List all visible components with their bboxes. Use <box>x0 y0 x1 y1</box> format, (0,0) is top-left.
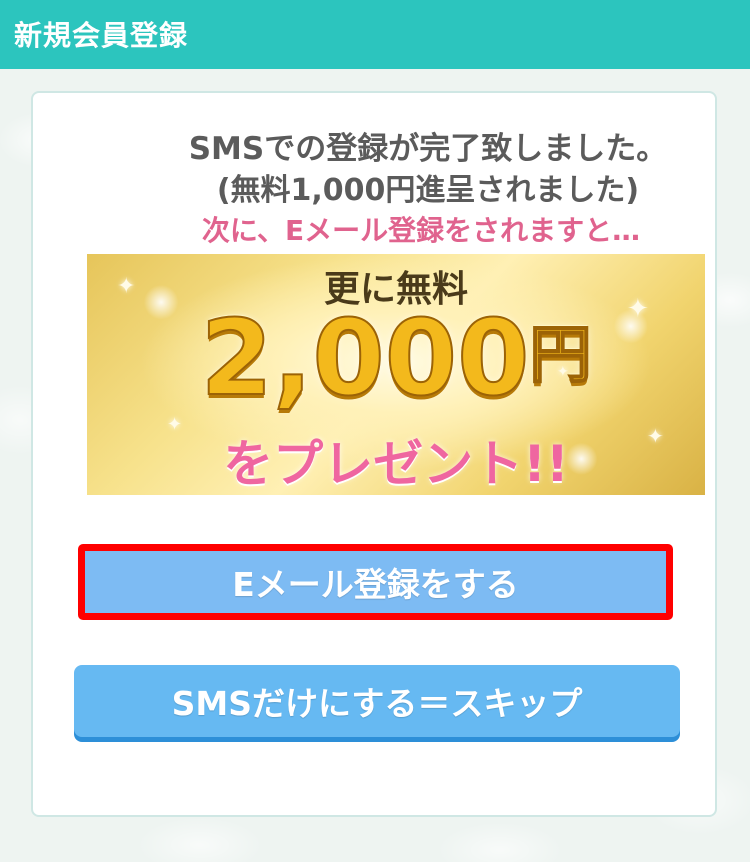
sms-complete-message: SMSでの登録が完了致しました。 <box>188 131 668 167</box>
banner-amount-value: 2,000 <box>200 297 531 419</box>
skip-button[interactable]: SMSだけにする＝スキップ <box>74 665 680 737</box>
promo-banner: ✦ ✦ ✦ ✦ ✦ ✦ 更に無料 2,000円 をプレゼント!! <box>87 254 705 495</box>
next-step-message: 次に、Eメール登録をされますと… <box>201 214 641 247</box>
email-register-button[interactable]: Eメール登録をする <box>78 544 673 620</box>
registration-card: SMSでの登録が完了致しました。 (無料1,000円進呈されました) 次に、Eメ… <box>31 91 717 817</box>
banner-present-label: をプレゼント!! <box>223 435 569 493</box>
page-title: 新規会員登録 <box>14 19 189 52</box>
free-credit-message: (無料1,000円進呈されました) <box>216 173 640 208</box>
banner-amount-unit: 円 <box>528 318 592 391</box>
banner-amount: 2,000円 <box>87 305 705 411</box>
page-header: 新規会員登録 <box>0 0 750 69</box>
